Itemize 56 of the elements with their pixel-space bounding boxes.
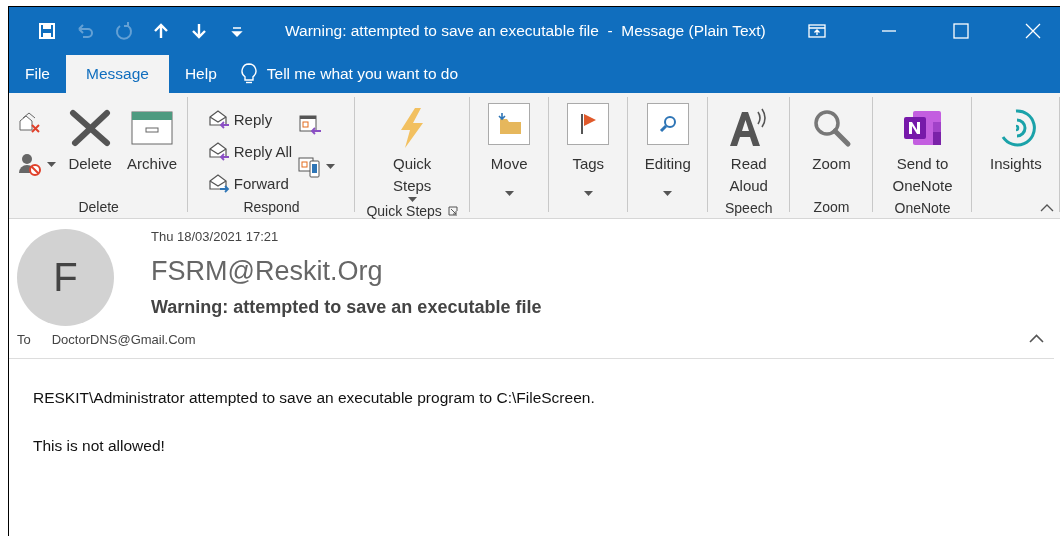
ribbon-button[interactable]: Tags — [560, 97, 617, 201]
reply-envelope-icon — [207, 109, 230, 129]
to-label: To — [17, 332, 31, 349]
ribbon-button[interactable]: Archive — [124, 97, 181, 196]
search-icon — [657, 114, 678, 134]
block-person-icon[interactable] — [17, 153, 44, 177]
ribbon-tab[interactable]: File — [9, 55, 66, 93]
ribbon-button[interactable]: Insights — [987, 97, 1044, 196]
message-paragraph: This is not allowed! — [33, 437, 166, 455]
search-icon — [811, 108, 852, 148]
notebook-icon — [902, 110, 943, 146]
group-label: Delete — [78, 199, 119, 215]
ribbon-display-icon[interactable] — [808, 22, 826, 40]
window-title: Warning: attempted to save an executable file - Message (Plain Text) — [285, 22, 767, 40]
reply-all-envelope-icon — [207, 141, 230, 161]
group-label: Respond — [243, 199, 300, 215]
dialog-launcher-icon[interactable] — [447, 206, 458, 216]
calendar-icon[interactable] — [298, 114, 323, 136]
ribbon-button[interactable]: Send to OneNote — [892, 97, 953, 197]
caret-icon — [47, 162, 57, 168]
recipient: DoctorDNS@Gmail.Com — [51, 332, 196, 349]
group-label: Speech — [725, 199, 773, 216]
caret-icon — [326, 164, 336, 170]
ribbon-button[interactable]: Reply All — [207, 139, 293, 163]
message-paragraph: RESKIT\Administrator attempted to save an executable program to C:\FileScreen. — [33, 389, 596, 407]
avatar: F — [17, 229, 114, 326]
maximize-icon[interactable] — [952, 22, 970, 40]
save-icon[interactable] — [37, 21, 57, 41]
sender-name: FSRM@Reskit.Org — [151, 256, 384, 287]
group-label: OneNote — [894, 199, 951, 216]
devices-icon[interactable] — [298, 155, 323, 179]
collapse-caret-icon[interactable] — [1029, 334, 1044, 343]
ribbon-tab[interactable]: Message — [66, 55, 169, 93]
ribbon-button[interactable]: Forward — [207, 171, 293, 195]
ribbon-tab[interactable]: Help — [168, 55, 233, 93]
archive-box-icon — [131, 111, 174, 145]
lightning-icon — [399, 108, 426, 148]
ribbon-button[interactable]: Reply — [207, 107, 293, 131]
ribbon-button[interactable]: Delete — [62, 97, 119, 196]
lightbulb-icon — [240, 63, 257, 85]
forward-envelope-icon — [207, 173, 230, 193]
collapse-ribbon-icon[interactable] — [1040, 203, 1054, 212]
ribbon-button[interactable]: Read Aloud — [720, 97, 777, 197]
ribbon-button[interactable]: Zoom — [803, 97, 860, 196]
message-date: Thu 18/03/2021 17:21 — [151, 229, 280, 244]
ribbon-button[interactable]: Editing — [639, 97, 696, 201]
tell-me-search-field[interactable]: Tell me what you want to do — [266, 65, 459, 83]
folder-icon — [496, 113, 523, 135]
group-label: Zoom — [813, 199, 850, 215]
ribbon-button[interactable]: Quick Steps — [384, 97, 441, 203]
message-subject: Warning: attempted to save an executable file — [151, 297, 542, 318]
group-label: Quick Steps — [366, 203, 442, 219]
down-arrow-icon[interactable] — [189, 21, 209, 41]
ribbon-button[interactable]: Move — [481, 97, 538, 201]
close-x-icon — [69, 109, 112, 147]
close-icon[interactable] — [1024, 22, 1042, 40]
